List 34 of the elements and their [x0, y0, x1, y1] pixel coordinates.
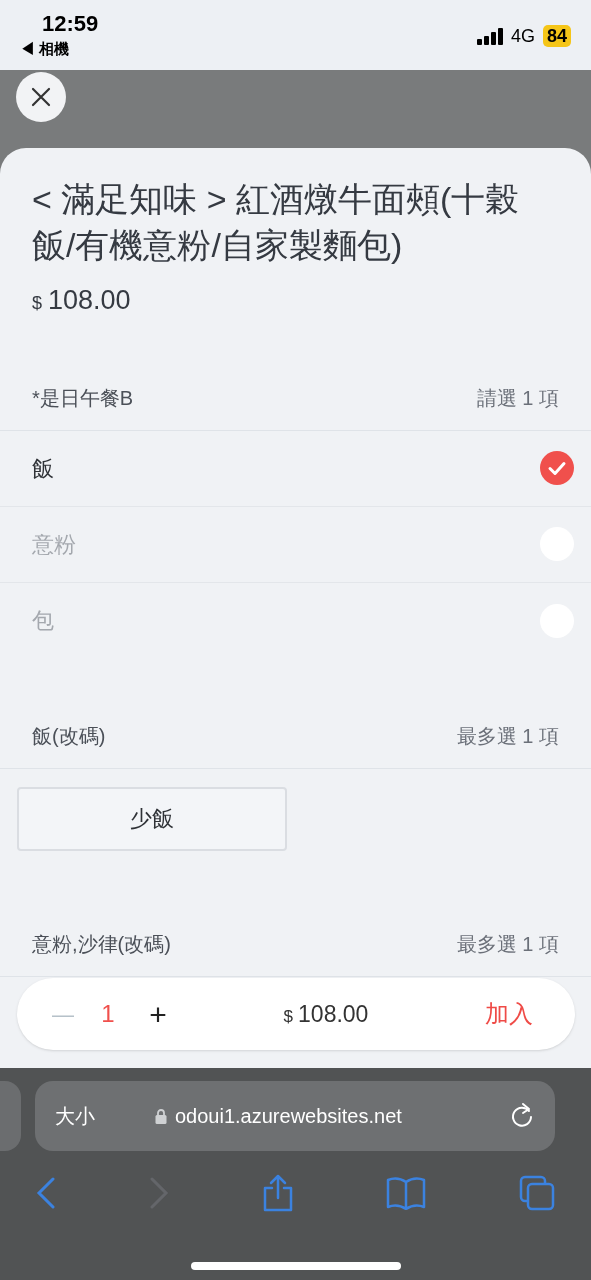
option-button[interactable]: 少飯 — [17, 786, 287, 851]
battery-level: 84 — [542, 25, 571, 47]
back-to-app-link[interactable]: ◀ 相機 — [20, 38, 99, 61]
url-text: odoui1.azurewebsites.net — [175, 1104, 403, 1129]
lock-icon — [155, 1108, 167, 1124]
network-label: 4G — [510, 24, 535, 48]
total-price: 108.00 — [298, 999, 369, 1029]
close-icon — [30, 86, 52, 108]
back-icon[interactable] — [36, 1177, 56, 1209]
checked-icon — [540, 451, 574, 485]
group-rule: 最多選 1 項 — [456, 932, 559, 957]
text-size-button[interactable]: 大小 — [55, 1101, 155, 1131]
reload-icon — [509, 1102, 535, 1130]
increase-button[interactable]: + — [133, 991, 183, 1037]
close-button[interactable] — [16, 72, 66, 122]
item-price: 108.00 — [48, 284, 131, 317]
status-time: 12:59 — [42, 10, 99, 38]
tab-preview — [0, 1081, 21, 1151]
currency-symbol: $ — [283, 1005, 294, 1028]
add-button[interactable]: 加入 — [469, 996, 549, 1032]
group-title: 意粉,沙律(改碼) — [32, 932, 171, 957]
share-icon[interactable] — [261, 1174, 294, 1212]
item-title: < 滿足知味 > 紅酒燉牛面頰(十穀飯/有機意粉/自家製麵包) — [32, 179, 521, 266]
group-rule: 最多選 1 項 — [456, 724, 559, 749]
group-title: *是日午餐B — [32, 386, 134, 411]
address-bar[interactable]: 大小 odoui1.azurewebsites.net — [35, 1081, 555, 1151]
currency-symbol: $ — [32, 292, 42, 315]
quantity-value: 1 — [100, 999, 116, 1029]
bookmarks-icon[interactable] — [386, 1176, 427, 1210]
group-title: 飯(改碼) — [32, 724, 106, 749]
option-row[interactable]: 飯 — [0, 430, 591, 507]
tabs-icon[interactable] — [519, 1175, 555, 1211]
signal-icon — [476, 27, 503, 45]
group-rule: 請選 1 項 — [476, 386, 559, 411]
